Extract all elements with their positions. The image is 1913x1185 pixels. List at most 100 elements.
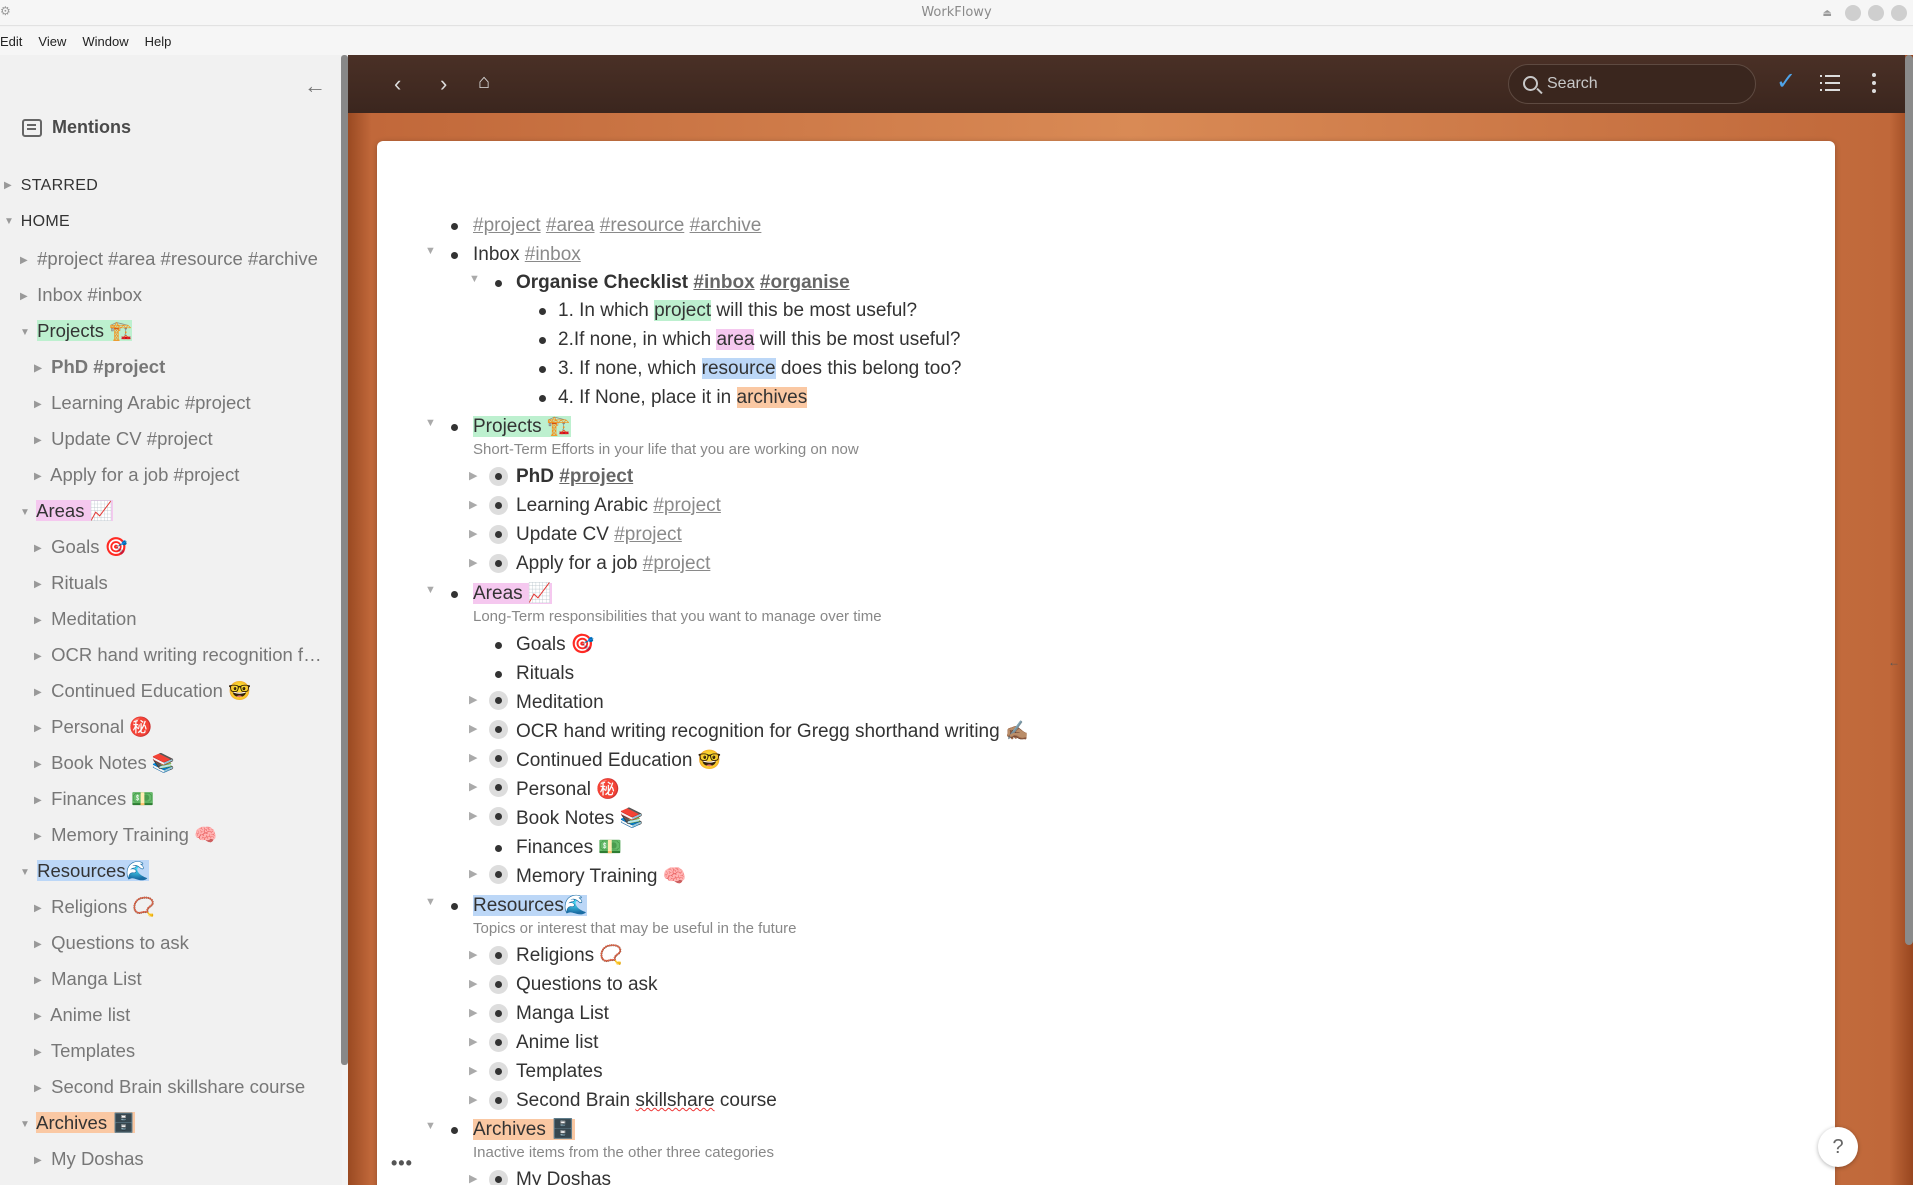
minimize-button[interactable]	[1845, 5, 1861, 21]
sidebar-item[interactable]: ▶ Update CV #project	[34, 428, 342, 450]
expand-toggle[interactable]: ▶	[469, 693, 477, 706]
collapsed-bullet[interactable]	[489, 691, 508, 710]
sidebar-item[interactable]: ▶ Learning Arabic #project	[34, 392, 342, 414]
sidebar-item[interactable]: ▶ Finances 💵	[34, 788, 342, 810]
tag-inbox[interactable]: #inbox	[693, 272, 754, 293]
sidebar-item[interactable]: ▶ Questions to ask	[34, 932, 342, 954]
outline-item[interactable]: Manga List	[516, 1002, 609, 1026]
outline-item[interactable]: Finances 💵	[516, 836, 622, 860]
collapsed-bullet[interactable]	[489, 1033, 508, 1052]
expand-toggle[interactable]: ▶	[469, 1172, 477, 1185]
sidebar-item[interactable]: ▶ Apply for a job #project	[34, 464, 342, 486]
collapsed-bullet[interactable]	[489, 975, 508, 994]
outline-item[interactable]: Personal ㊙️	[516, 778, 620, 802]
close-button[interactable]	[1891, 5, 1907, 21]
bullet[interactable]	[539, 308, 546, 315]
checklist-item[interactable]: 4. If None, place it in archives	[558, 386, 808, 410]
expand-toggle[interactable]: ▶	[469, 809, 477, 822]
sidebar-item[interactable]: ▶ #project #area #resource #archive	[20, 248, 342, 270]
expand-toggle[interactable]: ▶	[469, 780, 477, 793]
collapsed-bullet[interactable]	[489, 1091, 508, 1110]
outline-item[interactable]: Update CV #project	[516, 523, 682, 547]
collapsed-bullet[interactable]	[489, 554, 508, 573]
tag-project[interactable]: #project	[559, 466, 633, 487]
expand-right-icon[interactable]: ←	[1888, 655, 1900, 669]
sidebar-item[interactable]: ▶ Religions 📿	[34, 896, 342, 918]
tag-organise[interactable]: #organise	[760, 272, 850, 293]
collapse-toggle[interactable]: ▼	[425, 584, 436, 596]
expand-toggle[interactable]: ▶	[469, 498, 477, 511]
outline-item[interactable]: Templates	[516, 1060, 603, 1084]
outline-item[interactable]: Learning Arabic #project	[516, 494, 721, 518]
outline-item-archives[interactable]: Archives 🗄️	[473, 1118, 575, 1142]
outline-item[interactable]: PhD #project	[516, 465, 633, 489]
checklist-item[interactable]: 1. In which project will this be most us…	[558, 299, 917, 323]
search-box[interactable]	[1508, 64, 1756, 104]
sidebar-item[interactable]: ▶ PhD #project	[34, 356, 342, 378]
sidebar-item[interactable]: ▶ Book Notes 📚	[34, 752, 342, 774]
tag-project[interactable]: #project	[473, 215, 541, 236]
outline-item[interactable]: Goals 🎯	[516, 633, 595, 657]
expand-toggle[interactable]: ▶	[469, 556, 477, 569]
collapsed-bullet[interactable]	[489, 946, 508, 965]
outline-item[interactable]: My Doshas	[516, 1168, 611, 1185]
sidebar-item[interactable]: ▶ Rituals	[34, 572, 342, 594]
bullet[interactable]	[539, 337, 546, 344]
bullet[interactable]	[495, 671, 502, 678]
sidebar-scrollbar[interactable]	[341, 55, 348, 1065]
sidebar-item[interactable]: ▶ Goals 🎯	[34, 536, 342, 558]
bullet[interactable]	[495, 845, 502, 852]
collapsed-bullet[interactable]	[489, 865, 508, 884]
expand-toggle[interactable]: ▶	[469, 867, 477, 880]
collapsed-bullet[interactable]	[489, 1170, 508, 1185]
sidebar-item[interactable]: ▶ Second Brain skillshare course	[34, 1076, 342, 1098]
bullet[interactable]	[539, 395, 546, 402]
sidebar-item[interactable]: ▶ Memory Training 🧠	[34, 824, 342, 846]
sidebar-item[interactable]: ▶ OCR hand writing recognition f…	[34, 644, 342, 666]
outline-item[interactable]: Second Brain skillshare course	[516, 1089, 777, 1113]
tag-project[interactable]: #project	[653, 495, 721, 516]
search-input[interactable]	[1547, 65, 1747, 103]
list-view-icon[interactable]	[1820, 75, 1840, 91]
outline-item[interactable]: Book Notes 📚	[516, 807, 643, 831]
outline-item-checklist[interactable]: Organise Checklist #inbox #organise	[516, 271, 850, 295]
item-note[interactable]: Short-Term Efforts in your life that you…	[473, 441, 859, 458]
main-scrollbar[interactable]	[1905, 55, 1913, 945]
bullet[interactable]	[451, 1127, 458, 1134]
outline-item[interactable]: Rituals	[516, 662, 574, 686]
outline-item[interactable]: OCR hand writing recognition for Gregg s…	[516, 720, 1029, 744]
sidebar-item[interactable]: ▶ Anime list	[34, 1004, 342, 1026]
checklist-item[interactable]: 3. If none, which resource does this bel…	[558, 357, 962, 381]
bullet[interactable]	[451, 903, 458, 910]
expand-toggle[interactable]: ▶	[469, 1064, 477, 1077]
shade-icon[interactable]: ⏏	[1823, 8, 1832, 19]
bullet[interactable]	[451, 223, 458, 230]
collapsed-bullet[interactable]	[489, 467, 508, 486]
collapsed-bullet[interactable]	[489, 749, 508, 768]
expand-toggle[interactable]: ▶	[469, 527, 477, 540]
expand-toggle[interactable]: ▶	[469, 751, 477, 764]
collapse-sidebar-icon[interactable]: ←	[304, 73, 326, 99]
collapsed-bullet[interactable]	[489, 778, 508, 797]
outline-item[interactable]: Memory Training 🧠	[516, 865, 686, 889]
collapse-toggle[interactable]: ▼	[425, 1120, 436, 1132]
sidebar-item-archives[interactable]: ▼ Archives 🗄️	[20, 1112, 342, 1134]
tag-project[interactable]: #project	[643, 553, 711, 574]
expand-toggle[interactable]: ▶	[469, 469, 477, 482]
tag-area[interactable]: #area	[546, 215, 595, 236]
sidebar-starred[interactable]: ▶ STARRED	[4, 177, 342, 195]
outline-item[interactable]: Continued Education 🤓	[516, 749, 721, 773]
item-note[interactable]: Topics or interest that may be useful in…	[473, 920, 797, 937]
bullet[interactable]	[451, 591, 458, 598]
sidebar-item-resources[interactable]: ▼ Resources🌊	[20, 860, 342, 882]
sidebar-item[interactable]: ▶ Inbox #inbox	[20, 284, 342, 306]
collapsed-bullet[interactable]	[489, 525, 508, 544]
tag-inbox[interactable]: #inbox	[525, 244, 581, 265]
more-dots-icon[interactable]: •••	[391, 1153, 413, 1174]
item-note[interactable]: Long-Term responsibilities that you want…	[473, 608, 882, 625]
outline-item[interactable]: Meditation	[516, 691, 604, 715]
sidebar-item[interactable]: ▶ Manga List	[34, 968, 342, 990]
bullet[interactable]	[451, 252, 458, 259]
outline-item[interactable]: Apply for a job #project	[516, 552, 710, 576]
menu-window[interactable]: Window	[82, 34, 128, 49]
